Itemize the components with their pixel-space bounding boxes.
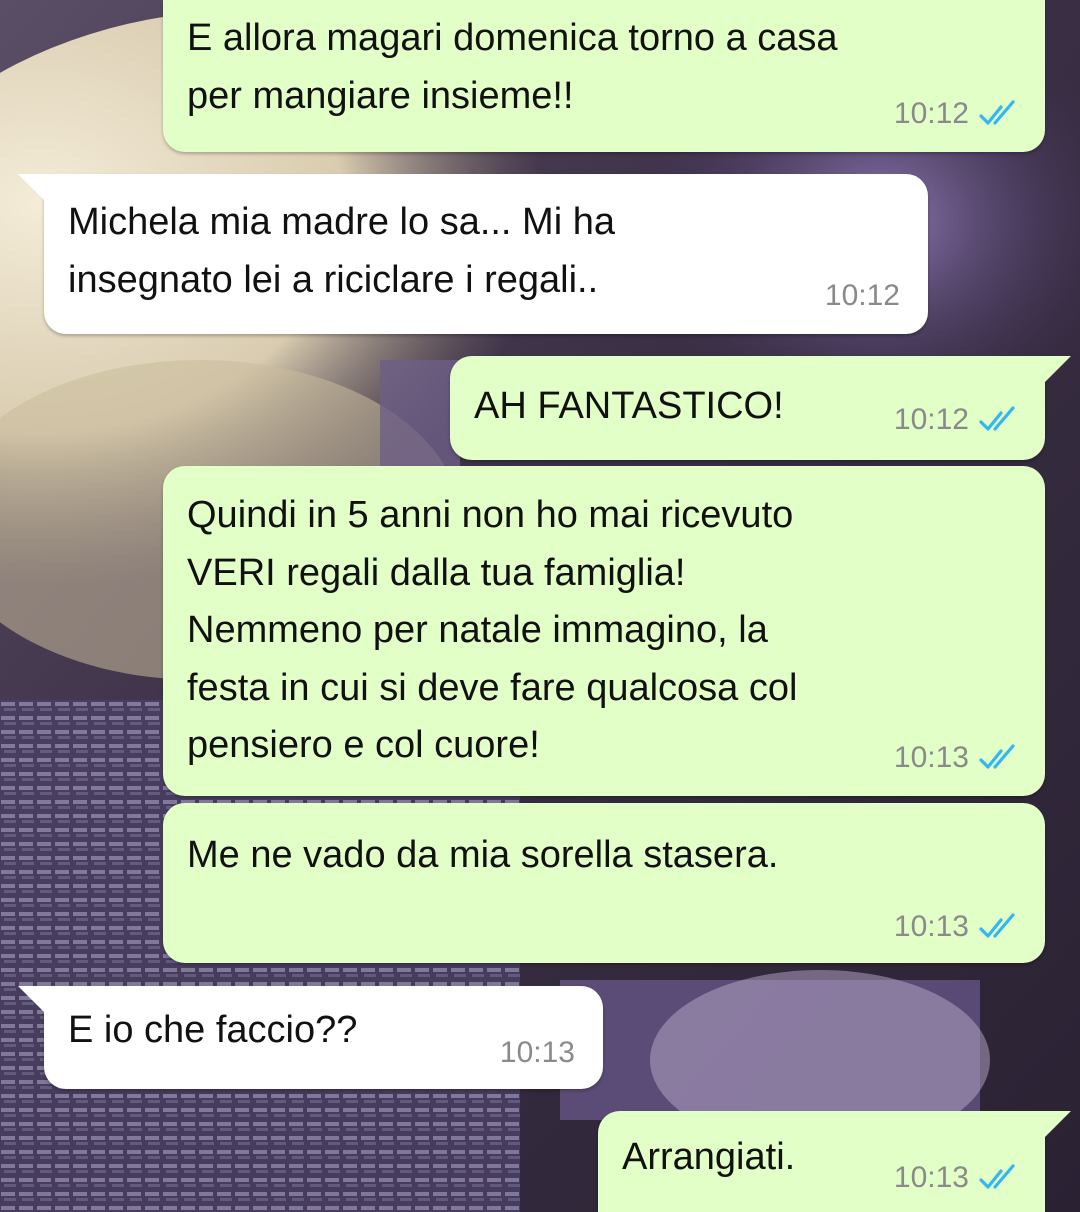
message-time: 10:12 [893, 97, 969, 130]
bubble-tail [1037, 1111, 1071, 1145]
bubble-tail [18, 986, 52, 1020]
double-check-read-icon [979, 913, 1015, 938]
message-meta: 10:12 [825, 276, 900, 316]
message-text: Me ne vado da mia sorella stasera. [187, 834, 779, 876]
outgoing-message[interactable]: E allora magari domenica torno a casa pe… [163, 0, 1045, 152]
outgoing-message[interactable]: Me ne vado da mia sorella stasera. 10:13 [163, 803, 1045, 963]
double-check-read-icon [979, 744, 1015, 769]
incoming-message[interactable]: E io che faccio?? 10:13 [18, 986, 603, 1089]
message-text: Arrangiati. [622, 1136, 796, 1178]
message-meta: 10:13 [894, 738, 1023, 778]
double-check-read-icon [979, 100, 1015, 125]
incoming-message[interactable]: Michela mia madre lo sa... Mi ha insegna… [18, 174, 928, 334]
double-check-read-icon [979, 1164, 1015, 1189]
message-time: 10:13 [893, 910, 969, 943]
message-meta: 10:13 [894, 907, 1023, 947]
message-meta: 10:13 [500, 1033, 575, 1073]
message-time: 10:13 [893, 1161, 969, 1194]
outgoing-message[interactable]: Arrangiati. 10:13 [598, 1111, 1071, 1212]
message-text: AH FANTASTICO! [474, 385, 784, 427]
chat-conversation: E allora magari domenica torno a casa pe… [0, 0, 1080, 1212]
bubble-tail [18, 174, 52, 208]
double-check-read-icon [979, 406, 1015, 431]
outgoing-message[interactable]: Quindi in 5 anni non ho mai ricevuto VER… [163, 466, 1045, 796]
message-text: E allora magari domenica torno a casa pe… [187, 17, 838, 117]
message-time: 10:12 [824, 279, 900, 312]
message-text: E io che faccio?? [68, 1009, 358, 1051]
message-time: 10:12 [893, 403, 969, 436]
message-time: 10:13 [499, 1036, 575, 1069]
message-text: Michela mia madre lo sa... Mi ha insegna… [68, 201, 615, 301]
message-text: Quindi in 5 anni non ho mai ricevuto VER… [187, 494, 798, 766]
message-meta: 10:12 [894, 94, 1023, 134]
outgoing-message[interactable]: AH FANTASTICO! 10:12 [450, 356, 1071, 460]
message-meta: 10:13 [894, 1158, 1023, 1198]
message-time: 10:13 [893, 741, 969, 774]
bubble-tail [1037, 356, 1071, 390]
message-meta: 10:12 [894, 400, 1023, 440]
